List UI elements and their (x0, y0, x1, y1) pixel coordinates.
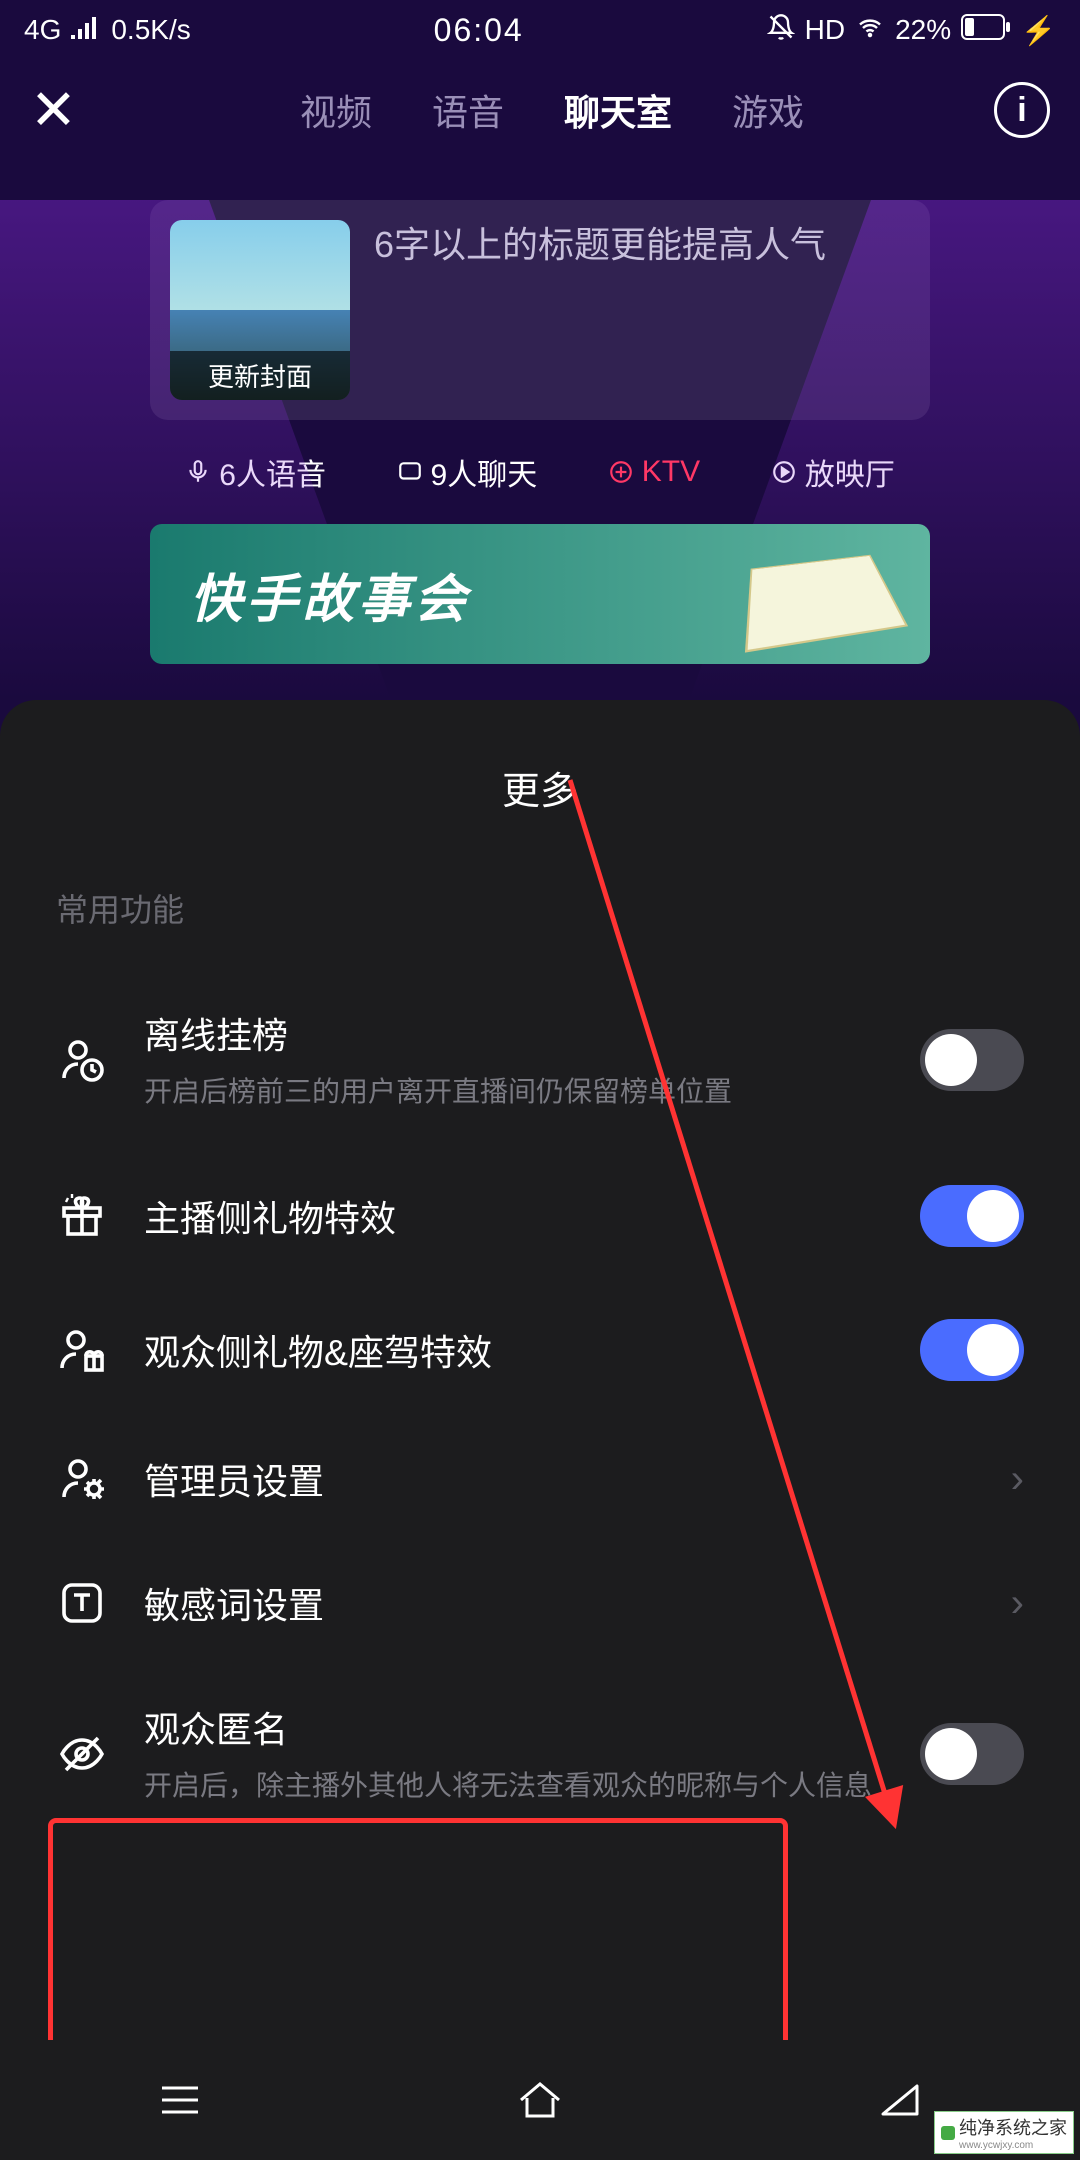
update-cover-label: 更新封面 (170, 351, 350, 400)
chevron-right-icon: › (984, 1581, 1024, 1626)
person-gear-icon (56, 1453, 108, 1505)
setting-title: 离线挂榜 (144, 1007, 884, 1059)
setting-desc: 开启后，除主播外其他人将无法查看观众的昵称与个人信息 (144, 1765, 884, 1807)
network-speed: 0.5K/s (111, 14, 190, 46)
setting-desc: 开启后榜前三的用户离开直播间仍保留榜单位置 (144, 1071, 884, 1113)
mode-voice[interactable]: 6人语音 (185, 450, 326, 494)
gift-icon (56, 1190, 108, 1242)
person-clock-icon (56, 1034, 108, 1086)
status-bar: 4G 0.5K/s 06:04 HD 22% ⚡ (0, 0, 1080, 60)
watermark: 纯净系统之家 www.ycwjxy.com (934, 2111, 1074, 2154)
nav-back-icon[interactable] (870, 2070, 930, 2130)
nav-tabs: 视频 语音 聊天室 游戏 (110, 84, 994, 136)
hd-label: HD (805, 14, 845, 46)
section-label: 常用功能 (0, 865, 1080, 971)
setting-body: 主播侧礼物特效 (144, 1190, 884, 1242)
chevron-right-icon: › (984, 1457, 1024, 1502)
setting-title: 敏感词设置 (144, 1577, 948, 1629)
setting-title: 观众匿名 (144, 1701, 884, 1753)
setting-row-3[interactable]: 管理员设置 › (0, 1417, 1080, 1541)
setting-row-5: 观众匿名开启后，除主播外其他人将无法查看观众的昵称与个人信息 (0, 1665, 1080, 1843)
story-banner[interactable]: 快手故事会 (150, 524, 930, 664)
mode-cinema[interactable]: 放映厅 (771, 450, 895, 494)
nav-home-icon[interactable] (510, 2070, 570, 2130)
wifi-icon (855, 14, 885, 46)
setting-body: 管理员设置 (144, 1453, 948, 1505)
setting-title: 主播侧礼物特效 (144, 1190, 884, 1242)
setting-row-1: 主播侧礼物特效 (0, 1149, 1080, 1283)
cover-thumbnail[interactable]: 更新封面 (170, 220, 350, 400)
settings-list: 离线挂榜开启后榜前三的用户离开直播间仍保留榜单位置主播侧礼物特效观众侧礼物&座驾… (0, 971, 1080, 1843)
network-type: 4G (24, 14, 61, 46)
setting-row-2: 观众侧礼物&座驾特效 (0, 1283, 1080, 1417)
sheet-title: 更多 (0, 730, 1080, 865)
charging-icon: ⚡ (1021, 14, 1056, 47)
top-nav: ✕ 视频 语音 聊天室 游戏 i (0, 60, 1080, 160)
cover-card: 更新封面 6字以上的标题更能提高人气 (150, 200, 930, 420)
eye-off-icon (56, 1728, 108, 1780)
title-hint[interactable]: 6字以上的标题更能提高人气 (374, 220, 910, 270)
info-button[interactable]: i (994, 82, 1050, 138)
toggle-5[interactable] (920, 1723, 1024, 1785)
tab-game[interactable]: 游戏 (732, 84, 804, 136)
setting-row-0: 离线挂榜开启后榜前三的用户离开直播间仍保留榜单位置 (0, 971, 1080, 1149)
mode-chat[interactable]: 9人聊天 (397, 450, 538, 494)
battery-icon (961, 14, 1011, 47)
book-decoration (745, 555, 908, 653)
toggle-0[interactable] (920, 1029, 1024, 1091)
signal-icon (71, 14, 101, 46)
banner-text: 快手故事会 (190, 557, 470, 632)
clock: 06:04 (434, 12, 524, 49)
setting-title: 观众侧礼物&座驾特效 (144, 1324, 884, 1376)
setting-body: 观众匿名开启后，除主播外其他人将无法查看观众的昵称与个人信息 (144, 1701, 884, 1807)
toggle-1[interactable] (920, 1185, 1024, 1247)
nav-menu-icon[interactable] (150, 2070, 210, 2130)
text-box-icon (56, 1577, 108, 1629)
close-button[interactable]: ✕ (30, 77, 110, 143)
tab-voice[interactable]: 语音 (432, 84, 504, 136)
more-sheet: 更多 常用功能 离线挂榜开启后榜前三的用户离开直播间仍保留榜单位置主播侧礼物特效… (0, 700, 1080, 2160)
setting-body: 观众侧礼物&座驾特效 (144, 1324, 884, 1376)
person-gift-icon (56, 1324, 108, 1376)
modes-row: 6人语音 9人聊天 KTV 放映厅 (150, 450, 930, 494)
system-nav-bar (0, 2040, 1080, 2160)
mode-ktv[interactable]: KTV (608, 455, 700, 489)
toggle-2[interactable] (920, 1319, 1024, 1381)
setting-body: 离线挂榜开启后榜前三的用户离开直播间仍保留榜单位置 (144, 1007, 884, 1113)
setting-row-4[interactable]: 敏感词设置 › (0, 1541, 1080, 1665)
battery-pct: 22% (895, 14, 951, 46)
setting-title: 管理员设置 (144, 1453, 948, 1505)
bell-off-icon (767, 13, 795, 48)
tab-video[interactable]: 视频 (300, 84, 372, 136)
setting-body: 敏感词设置 (144, 1577, 948, 1629)
tab-chatroom[interactable]: 聊天室 (564, 84, 672, 136)
